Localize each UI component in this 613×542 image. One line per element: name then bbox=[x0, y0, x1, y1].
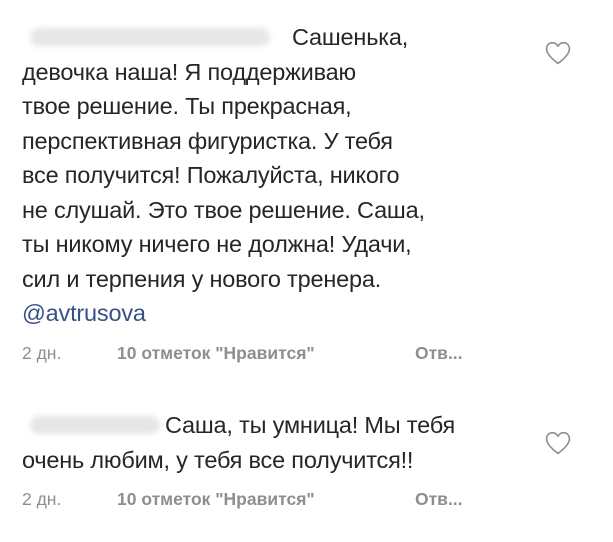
heart-icon[interactable] bbox=[544, 40, 572, 66]
comment-line: твое решение. Ты прекрасная, bbox=[22, 93, 352, 119]
comment-line: девочка наша! Я поддерживаю bbox=[22, 58, 356, 85]
comment-line: все получится! Пожалуйста, никого bbox=[22, 162, 400, 188]
likes-count-link[interactable]: 10 отметок "Нравится" bbox=[117, 343, 415, 364]
reply-button[interactable]: Отв... bbox=[415, 489, 463, 510]
comment-meta: 2 дн. 10 отметок "Нравится" Отв... bbox=[22, 343, 532, 364]
likes-count-link[interactable]: 10 отметок "Нравится" bbox=[117, 489, 415, 510]
comment-age: 2 дн. bbox=[22, 489, 62, 509]
comment-line: не слушай. Это твое решение. Саша, bbox=[22, 196, 425, 223]
comment-age: 2 дн. bbox=[22, 342, 62, 363]
comment-line: Саша, ты умница! Мы тебя bbox=[165, 412, 455, 438]
comment-line: сил и терпения у нового тренера. bbox=[22, 265, 382, 292]
comment-item: Саша, ты умница! Мы тебя очень любим, у … bbox=[22, 408, 532, 510]
reply-button[interactable]: Отв... bbox=[415, 343, 463, 364]
comment-text: Саша, ты умница! Мы тебя очень любим, у … bbox=[22, 408, 532, 477]
heart-icon[interactable] bbox=[544, 430, 572, 456]
comment-line: ты никому ничего не должна! Удачи, bbox=[22, 231, 412, 257]
comment-meta: 2 дн. 10 отметок "Нравится" Отв... bbox=[22, 489, 532, 510]
mention-link[interactable]: @avtrusova bbox=[22, 296, 532, 331]
comment-line: очень любим, у тебя все получится!! bbox=[22, 446, 414, 473]
comment-line: перспективная фигуристка. У тебя bbox=[22, 127, 393, 154]
comment-item: Сашенька, девочка наша! Я поддерживаю тв… bbox=[22, 20, 532, 364]
comment-line: Сашенька, bbox=[292, 24, 409, 50]
comment-text: Сашенька, девочка наша! Я поддерживаю тв… bbox=[22, 20, 532, 331]
